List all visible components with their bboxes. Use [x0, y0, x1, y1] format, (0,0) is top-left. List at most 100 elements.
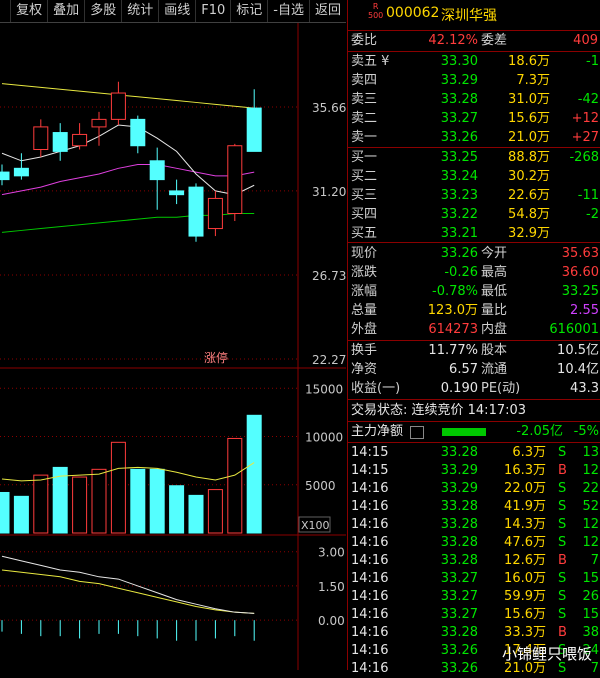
- bids-volume: 32.9万: [508, 226, 550, 241]
- divider: [348, 399, 600, 400]
- asks-price[interactable]: 33.27: [418, 109, 478, 128]
- main-flow-pct: -5%: [573, 424, 599, 439]
- tick-direction: S: [558, 517, 567, 532]
- watermark-text: 小锦鲤只喂饭: [501, 645, 592, 663]
- wei-cha-value: 409: [573, 33, 598, 48]
- candle-body: [130, 118, 146, 147]
- quote-label: 量比: [481, 303, 508, 318]
- toolbar-button-4[interactable]: 画线: [158, 0, 195, 22]
- asks-price[interactable]: 33.29: [418, 71, 478, 90]
- tick-direction: S: [558, 535, 567, 550]
- tick-price: 33.29: [440, 463, 478, 478]
- bids-change: -11: [577, 188, 599, 203]
- tick-time: 14:16: [351, 553, 389, 568]
- toolbar-button-5[interactable]: F10: [195, 0, 230, 22]
- tick-price: 33.27: [440, 571, 478, 586]
- candle-body: [91, 118, 107, 128]
- kline-chart-area[interactable]: 35.66 31.20 26.73 22.27 15000 10000 5000 X100 3.…: [0, 23, 346, 670]
- quote-value: 614273: [428, 322, 478, 337]
- price-tick-label: 22.27: [312, 353, 346, 367]
- candle-body: [169, 190, 185, 196]
- asks-price[interactable]: 33.30: [418, 52, 478, 71]
- bids-volume: 54.8万: [508, 207, 550, 222]
- fund-value: 10.4亿: [557, 362, 599, 377]
- quote-label: 内盘: [481, 322, 508, 337]
- bids-price[interactable]: 33.22: [418, 205, 478, 224]
- tick-direction: B: [558, 553, 567, 568]
- candle-body: [227, 145, 243, 214]
- quote-label: 最低: [481, 284, 508, 299]
- fund-value: 6.57: [449, 362, 478, 377]
- tick-time: 14:15: [351, 445, 389, 460]
- bids-price[interactable]: 33.23: [418, 186, 478, 205]
- kline-chart[interactable]: 35.66 31.20 26.73 22.27 15000 10000 5000 X100 3.…: [0, 23, 346, 670]
- candle-body: [207, 197, 223, 230]
- asks-price[interactable]: 33.28: [418, 90, 478, 109]
- quote-label: 现价: [351, 246, 378, 261]
- toolbar-button-8[interactable]: 返回: [308, 0, 346, 22]
- tick-count: 38: [582, 625, 599, 640]
- toolbar-button-0[interactable]: 复权: [10, 0, 47, 22]
- asks-label: 卖三: [351, 92, 378, 107]
- tick-time: 14:16: [351, 625, 389, 640]
- macd-dif-line: [1, 555, 255, 614]
- toolbar-button-6[interactable]: 标记: [230, 0, 267, 22]
- tick-price: 33.27: [440, 607, 478, 622]
- tick-time: 14:16: [351, 589, 389, 604]
- candle-body: [110, 92, 126, 120]
- volume-bar: [169, 485, 185, 534]
- volume-bar: [130, 468, 146, 534]
- stock-name[interactable]: 深圳华强: [441, 5, 497, 25]
- quote-value: 33.26: [440, 246, 478, 261]
- toolbar-button-2[interactable]: 多股: [84, 0, 121, 22]
- asks-volume: 21.0万: [508, 130, 550, 145]
- tick-direction: B: [558, 625, 567, 640]
- bids-volume: 30.2万: [508, 169, 550, 184]
- quote-label: 总量: [351, 303, 378, 318]
- tick-direction: S: [558, 499, 567, 514]
- candle-body: [149, 160, 165, 181]
- tick-direction: B: [558, 463, 567, 478]
- price-tick-label: 26.73: [312, 269, 346, 283]
- tick-count: 15: [582, 571, 599, 586]
- volume-unit-label: X100: [301, 519, 330, 532]
- tick-count: 12: [582, 517, 599, 532]
- tick-price: 33.28: [440, 445, 478, 460]
- volume-bar: [33, 474, 49, 534]
- macd-tick-label: 3.00: [318, 546, 345, 560]
- bids-price[interactable]: 33.25: [418, 148, 478, 167]
- list-icon[interactable]: [410, 426, 424, 439]
- macd-dea-line: [1, 569, 255, 614]
- volume-tick-label: 15000: [305, 382, 343, 396]
- asks-change: +27: [571, 130, 599, 145]
- tick-direction: S: [558, 481, 567, 496]
- asks-label: 卖五 ¥: [351, 54, 390, 69]
- asks-change: +12: [571, 111, 599, 126]
- wei-cha-label: 委差: [481, 33, 508, 48]
- quote-value: 123.0万: [427, 303, 478, 318]
- asks-label: 卖二: [351, 111, 378, 126]
- price-tick-label: 35.66: [312, 101, 346, 115]
- fund-label: 收益(一): [351, 381, 401, 396]
- main-flow-bar: [442, 428, 486, 436]
- bids-price[interactable]: 33.24: [418, 167, 478, 186]
- toolbar-button-3[interactable]: 统计: [121, 0, 158, 22]
- tick-direction: S: [558, 589, 567, 604]
- toolbar-button-7[interactable]: -自选: [267, 0, 309, 22]
- bids-volume: 22.6万: [508, 188, 550, 203]
- asks-price[interactable]: 33.26: [418, 128, 478, 147]
- limit-up-tag: 涨停: [204, 350, 228, 365]
- bids-price[interactable]: 33.21: [418, 224, 478, 243]
- tick-time: 14:15: [351, 463, 389, 478]
- fund-label: 流通: [481, 362, 508, 377]
- tick-time: 14:16: [351, 535, 389, 550]
- candle-body: [72, 133, 88, 147]
- asks-volume: 15.6万: [508, 111, 550, 126]
- toolbar-button-1[interactable]: 叠加: [47, 0, 84, 22]
- candle-body: [188, 186, 204, 237]
- tick-price: 33.26: [440, 643, 478, 658]
- tick-price: 33.28: [440, 499, 478, 514]
- stock-code[interactable]: 000062: [386, 5, 439, 21]
- fund-label: 股本: [481, 343, 508, 358]
- volume-bar: [207, 489, 223, 534]
